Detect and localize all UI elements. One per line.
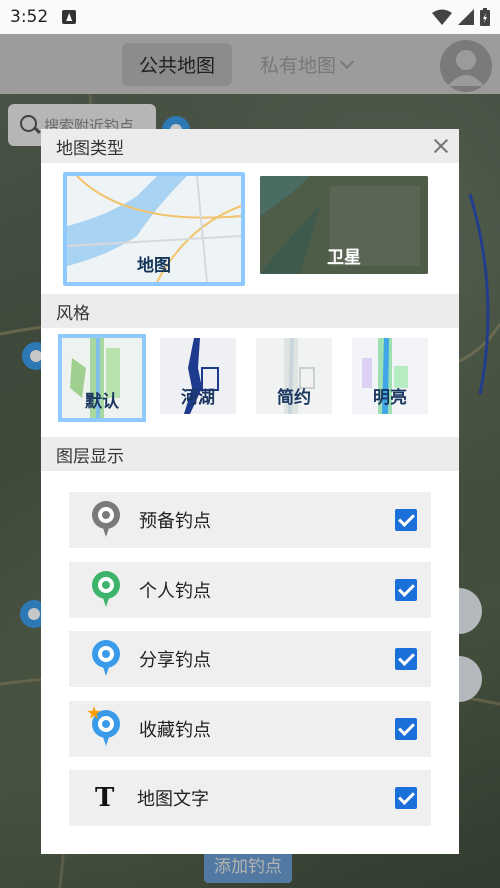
battery-icon [480,8,490,26]
layer-label: 预备钓点 [139,511,211,532]
favorite-spot-pin-icon [87,706,123,748]
map-type-header: 地图类型 [41,129,459,163]
style-bright[interactable]: 明亮 [352,338,428,414]
signal-icon [458,9,474,25]
layer-title: 图层显示 [56,446,124,467]
style-default[interactable]: 默认 [58,334,146,422]
style-rivers[interactable]: 河湖 [160,338,236,414]
map-text-icon: T [95,783,115,813]
layer-reserve-spot[interactable]: 预备钓点 [69,492,431,548]
layer-map-text[interactable]: T 地图文字 [69,770,431,826]
style-simple-label: 简约 [277,388,311,408]
map-type-standard[interactable]: 地图 [63,172,245,286]
map-settings-dialog: 地图类型 地图 卫星 风格 默认 河湖 简约 明亮 图层显示 预备钓点 个人钓点… [41,129,459,854]
style-title: 风格 [56,303,90,324]
layer-label: 收藏钓点 [139,720,211,741]
status-time: 3:52 [10,7,49,27]
map-type-satellite[interactable]: 卫星 [260,176,428,274]
layer-checkbox[interactable] [395,718,417,740]
status-bar: 3:52 [0,0,500,34]
map-type-satellite-label: 卫星 [327,248,361,268]
layer-checkbox[interactable] [395,648,417,670]
style-simple[interactable]: 简约 [256,338,332,414]
style-bright-label: 明亮 [373,388,407,408]
reserve-spot-pin-icon [89,501,123,539]
notification-icon [62,10,77,24]
map-type-standard-label: 地图 [137,256,171,276]
layer-checkbox[interactable] [395,787,417,809]
style-rivers-label: 河湖 [181,388,215,408]
shared-spot-pin-icon [89,640,123,678]
style-default-label: 默认 [85,392,119,412]
wifi-icon [432,9,452,25]
map-type-title: 地图类型 [56,138,124,159]
layer-personal-spot[interactable]: 个人钓点 [69,562,431,618]
layer-shared-spot[interactable]: 分享钓点 [69,631,431,687]
layer-header: 图层显示 [41,437,459,471]
layer-checkbox[interactable] [395,579,417,601]
layer-label: 分享钓点 [139,650,211,671]
layer-checkbox[interactable] [395,509,417,531]
layer-label: 地图文字 [137,789,209,810]
layer-favorite-spot[interactable]: 收藏钓点 [69,701,431,757]
layer-label: 个人钓点 [139,581,211,602]
personal-spot-pin-icon [89,571,123,609]
close-icon[interactable] [433,138,449,154]
style-header: 风格 [41,294,459,328]
